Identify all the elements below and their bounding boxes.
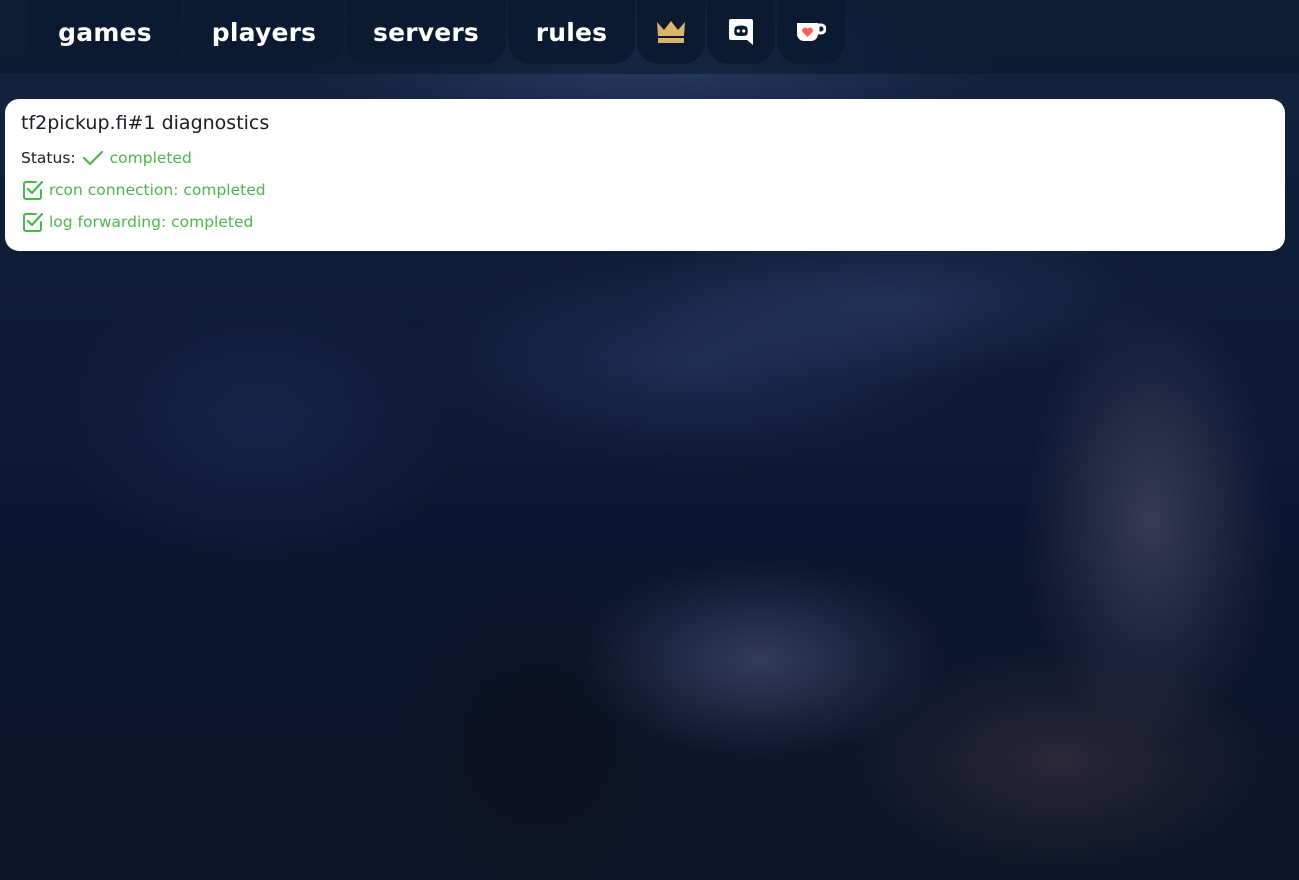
check-row-rcon: rcon connection: completed bbox=[21, 179, 1269, 201]
nav-rules-link[interactable]: rules bbox=[508, 0, 635, 64]
nav-kofi-link[interactable] bbox=[777, 0, 845, 64]
check-label: log forwarding: completed bbox=[49, 213, 254, 231]
nav-games-link[interactable]: games bbox=[28, 0, 182, 64]
status-row: Status: completed bbox=[21, 147, 1269, 169]
check-label: rcon connection: completed bbox=[49, 181, 266, 199]
nav-menu: games players servers rules bbox=[28, 0, 845, 64]
top-navbar: games players servers rules bbox=[0, 0, 1299, 74]
discord-icon bbox=[729, 19, 753, 45]
status-value: completed bbox=[109, 149, 192, 167]
checkbox-checked-icon bbox=[23, 212, 44, 232]
crown-icon bbox=[657, 21, 685, 43]
nav-players-link[interactable]: players bbox=[184, 0, 344, 64]
check-icon bbox=[82, 150, 103, 166]
diagnostics-title: tf2pickup.fi#1 diagnostics bbox=[21, 112, 270, 134]
checkbox-checked-icon bbox=[23, 180, 44, 200]
diagnostics-card: tf2pickup.fi#1 diagnostics Status: compl… bbox=[5, 99, 1285, 251]
status-label: Status: bbox=[21, 149, 76, 167]
nav-servers-link[interactable]: servers bbox=[346, 0, 506, 64]
nav-discord-link[interactable] bbox=[707, 0, 775, 64]
check-row-log-forwarding: log forwarding: completed bbox=[21, 211, 1269, 233]
ko-fi-icon bbox=[797, 23, 826, 41]
nav-crown-link[interactable] bbox=[637, 0, 705, 64]
